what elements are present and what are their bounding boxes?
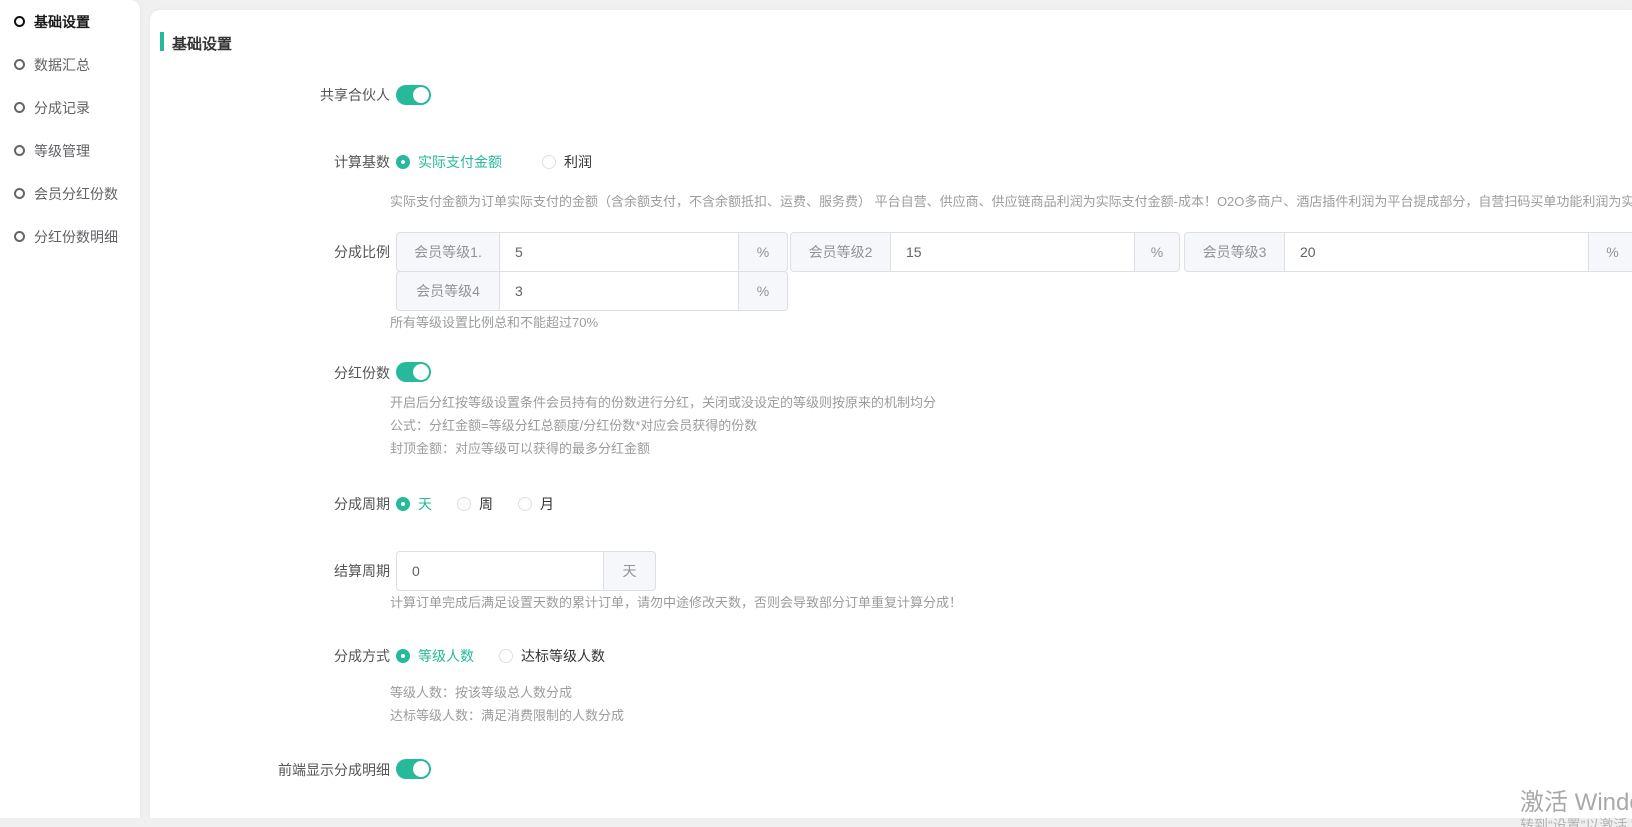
share-partner-toggle[interactable]	[396, 85, 431, 105]
ratio-label: 分成比例	[150, 242, 390, 262]
radio-dot-icon	[396, 497, 410, 511]
sidebar-item-level-management[interactable]: 等级管理	[0, 129, 140, 172]
radio-label: 周	[479, 494, 493, 514]
ratio-level4-prepend: 会员等级4	[396, 271, 499, 311]
radio-week[interactable]: 周	[457, 494, 493, 514]
share-partner-label: 共享合伙人	[150, 85, 390, 105]
ratio-hint-text: 所有等级设置比例总和不能超过70%	[390, 313, 598, 333]
method-radio-group: 等级人数 达标等级人数	[396, 646, 605, 666]
radio-dot-icon	[542, 155, 556, 169]
radio-dot-icon	[396, 649, 410, 663]
page: 基础设置 数据汇总 分成记录 等级管理 会员分红份数 分红份数明细 基础设置 共…	[0, 0, 1632, 827]
sidebar-item-data-summary[interactable]: 数据汇总	[0, 43, 140, 86]
page-title: 基础设置	[172, 33, 232, 54]
radio-qualified-level-headcount[interactable]: 达标等级人数	[499, 646, 605, 666]
ratio-level3-input[interactable]	[1284, 232, 1589, 272]
ratio-group-level2: 会员等级2 %	[790, 232, 1180, 272]
method-label: 分成方式	[150, 646, 390, 666]
radio-circle-icon	[14, 102, 25, 113]
toggle-knob	[413, 87, 429, 103]
radio-dot-icon	[396, 155, 410, 169]
calc-base-help-text: 实际支付金额为订单实际支付的金额（含余额支付，不含余额抵扣、运费、服务费） 平台…	[390, 192, 1632, 212]
sidebar-item-label: 分红份数明细	[34, 227, 118, 247]
radio-circle-icon	[14, 16, 25, 27]
settle-cycle-unit: 天	[604, 551, 656, 591]
method-help-2: 达标等级人数：满足消费限制的人数分成	[390, 706, 624, 726]
radio-month[interactable]: 月	[518, 494, 554, 514]
settle-cycle-input[interactable]	[396, 551, 604, 591]
radio-dot-icon	[499, 649, 513, 663]
radio-label: 天	[418, 494, 432, 514]
calc-base-label: 计算基数	[150, 152, 390, 172]
ratio-level1-input[interactable]	[499, 232, 739, 272]
radio-profit[interactable]: 利润	[542, 152, 592, 172]
front-show-label: 前端显示分成明细	[150, 760, 390, 780]
content-card	[150, 10, 1632, 818]
radio-circle-icon	[14, 145, 25, 156]
ratio-group-level3: 会员等级3 %	[1184, 232, 1632, 272]
ratio-group-level1: 会员等级1. %	[396, 232, 788, 272]
title-accent-bar	[160, 32, 164, 51]
radio-circle-icon	[14, 59, 25, 70]
radio-label: 利润	[564, 152, 592, 172]
radio-label: 等级人数	[418, 646, 474, 666]
radio-dot-icon	[518, 497, 532, 511]
sidebar-item-share-records[interactable]: 分成记录	[0, 86, 140, 129]
cycle-label: 分成周期	[150, 494, 390, 514]
dividend-help-2: 公式：分红金额=等级分红总额度/分红份数*对应会员获得的份数	[390, 416, 757, 436]
radio-label: 月	[540, 494, 554, 514]
ratio-level3-prepend: 会员等级3	[1184, 232, 1284, 272]
dividend-help-1: 开启后分红按等级设置条件会员持有的份数进行分红，关闭或没设定的等级则按原来的机制…	[390, 393, 936, 413]
ratio-level4-unit: %	[739, 271, 788, 311]
sidebar-item-basic-settings[interactable]: 基础设置	[0, 0, 140, 43]
windows-activation-watermark: 激活 Windows 转到“设置”以激活 Windows。	[1520, 790, 1632, 827]
method-help-1: 等级人数：按该等级总人数分成	[390, 683, 572, 703]
settle-cycle-group: 天	[396, 551, 656, 591]
radio-actual-paid-amount[interactable]: 实际支付金额	[396, 152, 502, 172]
settle-cycle-label: 结算周期	[150, 561, 390, 581]
radio-label: 实际支付金额	[418, 152, 502, 172]
sidebar: 基础设置 数据汇总 分成记录 等级管理 会员分红份数 分红份数明细	[0, 0, 140, 818]
radio-dot-icon	[457, 497, 471, 511]
sidebar-item-label: 分成记录	[34, 98, 90, 118]
radio-circle-icon	[14, 231, 25, 242]
page-bottom-strip	[0, 818, 1632, 827]
sidebar-item-label: 基础设置	[34, 12, 90, 32]
watermark-line2: 转到“设置”以激活 Windows。	[1520, 816, 1632, 827]
sidebar-item-label: 会员分红份数	[34, 184, 118, 204]
radio-label: 达标等级人数	[521, 646, 605, 666]
sidebar-item-label: 数据汇总	[34, 55, 90, 75]
radio-circle-icon	[14, 188, 25, 199]
sidebar-item-label: 等级管理	[34, 141, 90, 161]
dividend-shares-toggle[interactable]	[396, 362, 431, 382]
calc-base-radio-group: 实际支付金额 利润	[396, 152, 592, 172]
ratio-level4-input[interactable]	[499, 271, 739, 311]
radio-day[interactable]: 天	[396, 494, 432, 514]
toggle-knob	[413, 761, 429, 777]
ratio-level2-prepend: 会员等级2	[790, 232, 890, 272]
radio-level-headcount[interactable]: 等级人数	[396, 646, 474, 666]
ratio-level2-input[interactable]	[890, 232, 1135, 272]
ratio-level1-unit: %	[739, 232, 788, 272]
ratio-group-level4: 会员等级4 %	[396, 271, 788, 311]
sidebar-item-dividend-share-details[interactable]: 分红份数明细	[0, 215, 140, 258]
watermark-line1: 激活 Windows	[1520, 790, 1632, 816]
ratio-level2-unit: %	[1135, 232, 1180, 272]
sidebar-item-member-dividend-shares[interactable]: 会员分红份数	[0, 172, 140, 215]
front-show-toggle[interactable]	[396, 759, 431, 779]
dividend-shares-label: 分红份数	[150, 363, 390, 383]
ratio-level3-unit: %	[1589, 232, 1632, 272]
cycle-radio-group: 天 周 月	[396, 494, 554, 514]
ratio-level1-prepend: 会员等级1.	[396, 232, 499, 272]
settle-cycle-help: 计算订单完成后满足设置天数的累计订单，请勿中途修改天数，否则会导致部分订单重复计…	[390, 593, 962, 613]
toggle-knob	[413, 364, 429, 380]
dividend-help-3: 封顶金额：对应等级可以获得的最多分红金额	[390, 439, 650, 459]
